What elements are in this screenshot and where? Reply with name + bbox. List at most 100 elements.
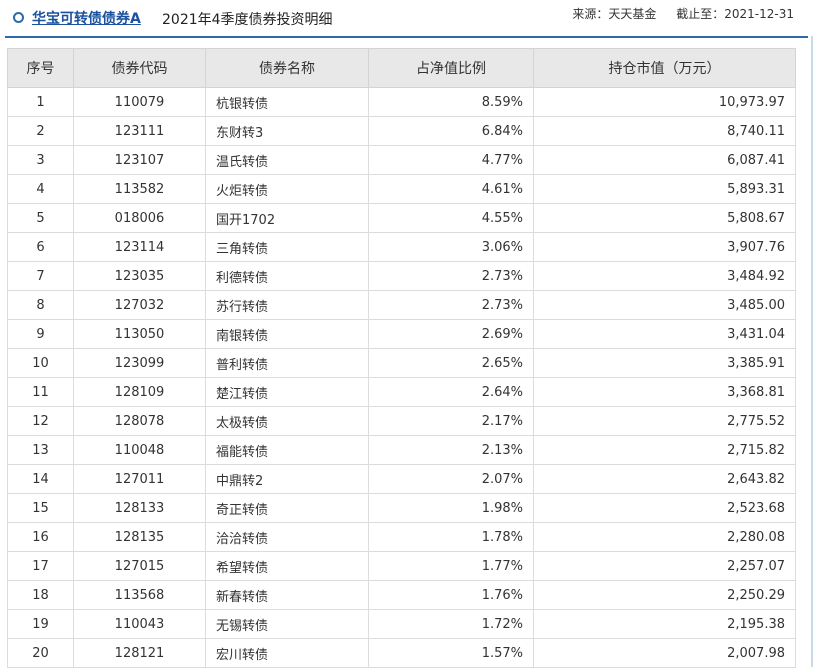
cell-index: 3	[7, 145, 74, 175]
cell-bond-code: 123111	[73, 116, 206, 146]
cell-bond-code: 128078	[73, 406, 206, 436]
cell-net-value-ratio: 6.84%	[368, 116, 534, 146]
cell-bond-name: 苏行转债	[205, 290, 369, 320]
cell-market-value: 2,643.82	[533, 464, 796, 494]
cell-bond-name: 利德转债	[205, 261, 369, 291]
cell-bond-code: 128135	[73, 522, 206, 552]
cell-bond-code: 018006	[73, 203, 206, 233]
cell-bond-code: 128121	[73, 638, 206, 668]
cell-market-value: 2,280.08	[533, 522, 796, 552]
cell-index: 5	[7, 203, 74, 233]
cell-net-value-ratio: 2.73%	[368, 290, 534, 320]
cell-bond-name: 太极转债	[205, 406, 369, 436]
cell-market-value: 3,368.81	[533, 377, 796, 407]
column-header-name: 债券名称	[205, 48, 369, 88]
report-meta: 来源：天天基金 截止至：2021-12-31	[572, 5, 794, 22]
page-header: 华宝可转债债券A 2021年4季度债券投资明细 来源：天天基金 截止至：2021…	[5, 0, 808, 38]
cell-market-value: 6,087.41	[533, 145, 796, 175]
cell-bond-code: 123035	[73, 261, 206, 291]
cell-market-value: 10,973.97	[533, 87, 796, 117]
fund-name-link[interactable]: 华宝可转债债券A	[32, 8, 141, 28]
cell-bond-code: 123099	[73, 348, 206, 378]
table-row: 8 127032 苏行转债 2.73% 3,485.00	[7, 290, 796, 320]
cell-market-value: 2,195.38	[533, 609, 796, 639]
cell-index: 13	[7, 435, 74, 465]
table-row: 2 123111 东财转3 6.84% 8,740.11	[7, 116, 796, 146]
cell-bond-name: 国开1702	[205, 203, 369, 233]
cell-index: 1	[7, 87, 74, 117]
cell-index: 9	[7, 319, 74, 349]
cell-bond-name: 新春转债	[205, 580, 369, 610]
table-row: 9 113050 南银转债 2.69% 3,431.04	[7, 319, 796, 349]
cell-net-value-ratio: 1.72%	[368, 609, 534, 639]
cell-market-value: 3,431.04	[533, 319, 796, 349]
table-row: 14 127011 中鼎转2 2.07% 2,643.82	[7, 464, 796, 494]
cell-market-value: 2,257.07	[533, 551, 796, 581]
cell-net-value-ratio: 2.69%	[368, 319, 534, 349]
table-header-row: 序号 债券代码 债券名称 占净值比例 持仓市值（万元）	[7, 48, 796, 88]
cell-bond-code: 128109	[73, 377, 206, 407]
cell-net-value-ratio: 4.61%	[368, 174, 534, 204]
cell-net-value-ratio: 2.73%	[368, 261, 534, 291]
cell-market-value: 2,523.68	[533, 493, 796, 523]
cell-market-value: 2,775.52	[533, 406, 796, 436]
table-row: 19 110043 无锡转债 1.72% 2,195.38	[7, 609, 796, 639]
column-header-ratio: 占净值比例	[368, 48, 534, 88]
table-row: 4 113582 火炬转债 4.61% 5,893.31	[7, 174, 796, 204]
cell-bond-name: 福能转债	[205, 435, 369, 465]
cell-bond-code: 127011	[73, 464, 206, 494]
cell-bond-code: 123114	[73, 232, 206, 262]
cell-index: 11	[7, 377, 74, 407]
table-row: 6 123114 三角转债 3.06% 3,907.76	[7, 232, 796, 262]
report-title: 2021年4季度债券投资明细	[162, 12, 333, 28]
cell-bond-code: 113582	[73, 174, 206, 204]
table-body: 1 110079 杭银转债 8.59% 10,973.97 2 123111 东财转3 6.84…	[7, 87, 796, 668]
table-row: 10 123099 普利转债 2.65% 3,385.91	[7, 348, 796, 378]
column-header-market-value: 持仓市值（万元）	[533, 48, 796, 88]
column-header-code: 债券代码	[73, 48, 206, 88]
cell-bond-code: 127015	[73, 551, 206, 581]
cell-net-value-ratio: 4.77%	[368, 145, 534, 175]
table-row: 20 128121 宏川转债 1.57% 2,007.98	[7, 638, 796, 668]
cell-bond-name: 中鼎转2	[205, 464, 369, 494]
cell-net-value-ratio: 8.59%	[368, 87, 534, 117]
cell-bond-name: 希望转债	[205, 551, 369, 581]
cell-bond-name: 无锡转债	[205, 609, 369, 639]
table-row: 11 128109 楚江转债 2.64% 3,368.81	[7, 377, 796, 407]
table-row: 5 018006 国开1702 4.55% 5,808.67	[7, 203, 796, 233]
table-row: 13 110048 福能转债 2.13% 2,715.82	[7, 435, 796, 465]
cell-net-value-ratio: 4.55%	[368, 203, 534, 233]
cell-bond-name: 杭银转债	[205, 87, 369, 117]
cell-index: 17	[7, 551, 74, 581]
cell-market-value: 2,007.98	[533, 638, 796, 668]
cell-net-value-ratio: 2.13%	[368, 435, 534, 465]
cell-index: 15	[7, 493, 74, 523]
table-row: 16 128135 洽洽转债 1.78% 2,280.08	[7, 522, 796, 552]
cell-index: 18	[7, 580, 74, 610]
cell-market-value: 3,484.92	[533, 261, 796, 291]
cell-bond-name: 洽洽转债	[205, 522, 369, 552]
cell-net-value-ratio: 1.77%	[368, 551, 534, 581]
cell-bond-code: 110079	[73, 87, 206, 117]
cell-index: 14	[7, 464, 74, 494]
cell-bond-code: 123107	[73, 145, 206, 175]
cell-net-value-ratio: 1.57%	[368, 638, 534, 668]
table-row: 15 128133 奇正转债 1.98% 2,523.68	[7, 493, 796, 523]
cell-bond-name: 宏川转债	[205, 638, 369, 668]
cell-bond-name: 火炬转债	[205, 174, 369, 204]
cell-net-value-ratio: 3.06%	[368, 232, 534, 262]
cell-bond-code: 127032	[73, 290, 206, 320]
cell-bond-code: 113050	[73, 319, 206, 349]
cell-market-value: 3,485.00	[533, 290, 796, 320]
cell-market-value: 8,740.11	[533, 116, 796, 146]
cell-market-value: 2,715.82	[533, 435, 796, 465]
cell-index: 19	[7, 609, 74, 639]
cell-net-value-ratio: 2.17%	[368, 406, 534, 436]
cell-bond-name: 南银转债	[205, 319, 369, 349]
cell-index: 12	[7, 406, 74, 436]
cell-bond-name: 奇正转债	[205, 493, 369, 523]
cell-bond-code: 110043	[73, 609, 206, 639]
cell-market-value: 3,385.91	[533, 348, 796, 378]
table-row: 18 113568 新春转债 1.76% 2,250.29	[7, 580, 796, 610]
cell-index: 16	[7, 522, 74, 552]
